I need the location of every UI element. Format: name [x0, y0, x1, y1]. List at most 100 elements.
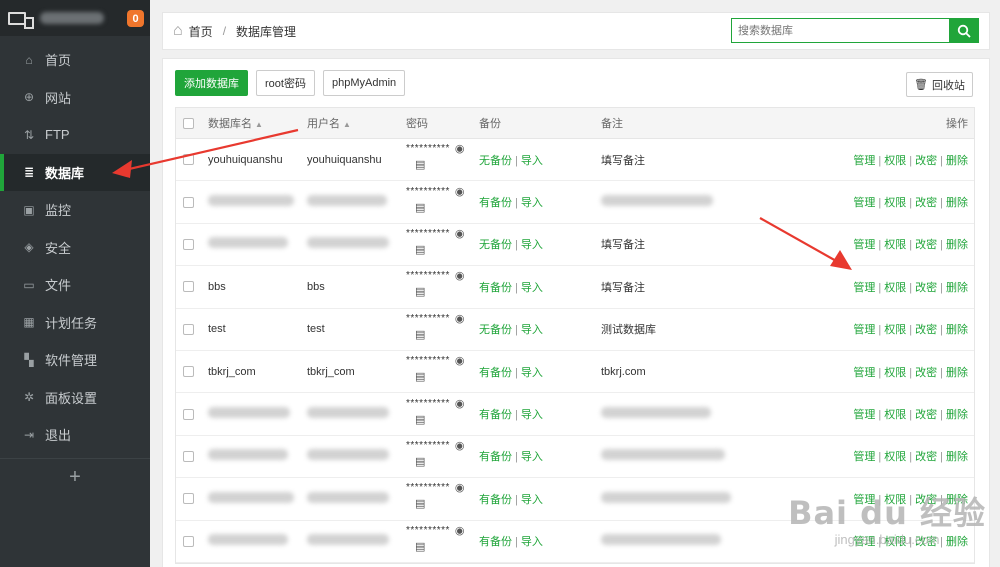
add-icon[interactable]: +: [0, 459, 150, 497]
import-link[interactable]: 导入: [521, 451, 543, 463]
backup-link[interactable]: 有备份: [479, 451, 512, 463]
backup-link[interactable]: 有备份: [479, 367, 512, 379]
manage-link[interactable]: 管理: [853, 451, 875, 463]
eye-icon[interactable]: ◉: [455, 142, 465, 155]
sidebar-item-10[interactable]: ⇥ 退出: [0, 416, 150, 454]
permission-link[interactable]: 权限: [884, 324, 906, 336]
note-cell[interactable]: [601, 491, 731, 506]
import-link[interactable]: 导入: [521, 409, 543, 421]
note-cell[interactable]: 填写备注: [601, 279, 645, 295]
note-cell[interactable]: [601, 407, 711, 421]
row-checkbox[interactable]: [183, 408, 194, 420]
change-password-link[interactable]: 改密: [915, 197, 937, 209]
import-link[interactable]: 导入: [521, 282, 543, 294]
copy-icon[interactable]: ▤: [415, 413, 465, 426]
eye-icon[interactable]: ◉: [455, 354, 465, 367]
notification-badge[interactable]: 0: [127, 10, 144, 27]
recycle-bin-button[interactable]: 🗑 回收站: [906, 72, 973, 97]
manage-link[interactable]: 管理: [853, 282, 875, 294]
copy-icon[interactable]: ▤: [415, 370, 465, 383]
eye-icon[interactable]: ◉: [455, 269, 465, 282]
eye-icon[interactable]: ◉: [455, 185, 465, 198]
search-button[interactable]: [949, 18, 979, 43]
backup-link[interactable]: 有备份: [479, 536, 512, 548]
note-cell[interactable]: tbkrj.com: [601, 366, 646, 378]
note-cell[interactable]: 测试数据库: [601, 321, 656, 337]
row-checkbox[interactable]: [183, 196, 194, 208]
note-cell[interactable]: [601, 534, 721, 548]
copy-icon[interactable]: ▤: [415, 540, 465, 553]
row-checkbox[interactable]: [183, 154, 194, 166]
note-cell[interactable]: [601, 449, 725, 463]
manage-link[interactable]: 管理: [853, 197, 875, 209]
root-password-button[interactable]: root密码: [256, 70, 315, 96]
import-link[interactable]: 导入: [521, 239, 543, 251]
manage-link[interactable]: 管理: [853, 409, 875, 421]
eye-icon[interactable]: ◉: [455, 312, 465, 325]
backup-link[interactable]: 无备份: [479, 155, 512, 167]
sidebar-item-3[interactable]: ≣ 数据库: [0, 153, 150, 191]
copy-icon[interactable]: ▤: [415, 285, 465, 298]
sidebar-item-7[interactable]: ▦ 计划任务: [0, 304, 150, 342]
backup-link[interactable]: 有备份: [479, 197, 512, 209]
backup-link[interactable]: 无备份: [479, 324, 512, 336]
row-checkbox[interactable]: [183, 493, 194, 505]
delete-link[interactable]: 删除: [946, 324, 968, 336]
eye-icon[interactable]: ◉: [455, 524, 465, 537]
change-password-link[interactable]: 改密: [915, 239, 937, 251]
manage-link[interactable]: 管理: [853, 367, 875, 379]
copy-icon[interactable]: ▤: [415, 497, 465, 510]
home-icon[interactable]: ⌂: [173, 22, 183, 40]
select-all-checkbox[interactable]: [183, 117, 194, 129]
permission-link[interactable]: 权限: [884, 197, 906, 209]
row-checkbox[interactable]: [183, 238, 194, 250]
row-checkbox[interactable]: [183, 366, 194, 378]
permission-link[interactable]: 权限: [884, 409, 906, 421]
sidebar-item-0[interactable]: ⌂ 首页: [0, 41, 150, 79]
copy-icon[interactable]: ▤: [415, 455, 465, 468]
import-link[interactable]: 导入: [521, 536, 543, 548]
copy-icon[interactable]: ▤: [415, 243, 465, 256]
sidebar-item-2[interactable]: ⇅ FTP: [0, 116, 150, 154]
delete-link[interactable]: 删除: [946, 367, 968, 379]
import-link[interactable]: 导入: [521, 155, 543, 167]
sidebar-item-1[interactable]: ⊕ 网站: [0, 79, 150, 117]
manage-link[interactable]: 管理: [853, 239, 875, 251]
row-checkbox[interactable]: [183, 281, 194, 293]
backup-link[interactable]: 有备份: [479, 494, 512, 506]
import-link[interactable]: 导入: [521, 494, 543, 506]
copy-icon[interactable]: ▤: [415, 328, 465, 341]
eye-icon[interactable]: ◉: [455, 227, 465, 240]
manage-link[interactable]: 管理: [853, 155, 875, 167]
permission-link[interactable]: 权限: [884, 367, 906, 379]
import-link[interactable]: 导入: [521, 324, 543, 336]
backup-link[interactable]: 有备份: [479, 282, 512, 294]
eye-icon[interactable]: ◉: [455, 397, 465, 410]
copy-icon[interactable]: ▤: [415, 201, 465, 214]
column-header-name[interactable]: 数据库名 ▲: [208, 115, 263, 131]
manage-link[interactable]: 管理: [853, 324, 875, 336]
permission-link[interactable]: 权限: [884, 282, 906, 294]
sidebar-item-4[interactable]: ▣ 监控: [0, 191, 150, 229]
note-cell[interactable]: 填写备注: [601, 152, 645, 168]
breadcrumb-home[interactable]: 首页: [189, 23, 213, 40]
change-password-link[interactable]: 改密: [915, 155, 937, 167]
sidebar-item-5[interactable]: ◈ 安全: [0, 229, 150, 267]
eye-icon[interactable]: ◉: [455, 481, 465, 494]
permission-link[interactable]: 权限: [884, 451, 906, 463]
copy-icon[interactable]: ▤: [415, 158, 465, 171]
note-cell[interactable]: [601, 195, 713, 209]
delete-link[interactable]: 删除: [946, 239, 968, 251]
permission-link[interactable]: 权限: [884, 239, 906, 251]
column-header-user[interactable]: 用户名 ▲: [307, 115, 351, 131]
sidebar-item-6[interactable]: ▭ 文件: [0, 266, 150, 304]
add-database-button[interactable]: 添加数据库: [175, 70, 248, 96]
delete-link[interactable]: 删除: [946, 409, 968, 421]
change-password-link[interactable]: 改密: [915, 451, 937, 463]
change-password-link[interactable]: 改密: [915, 409, 937, 421]
delete-link[interactable]: 删除: [946, 451, 968, 463]
sidebar-item-8[interactable]: ▚ 软件管理: [0, 341, 150, 379]
note-cell[interactable]: 填写备注: [601, 236, 645, 252]
search-input[interactable]: [731, 18, 949, 43]
import-link[interactable]: 导入: [521, 197, 543, 209]
